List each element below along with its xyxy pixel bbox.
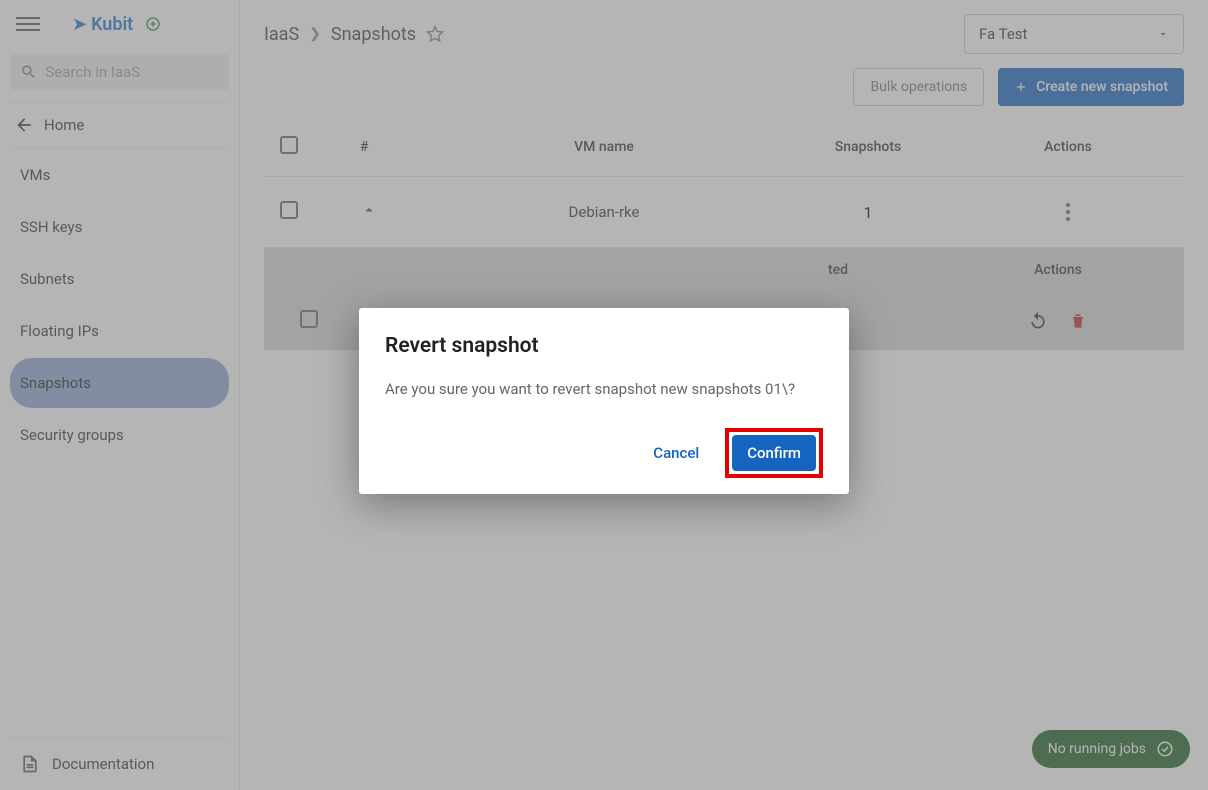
modal-body: Are you sure you want to revert snapshot… [385,380,823,398]
confirm-button[interactable]: Confirm [732,435,816,471]
modal-overlay[interactable]: Revert snapshot Are you sure you want to… [0,0,1208,790]
modal-title: Revert snapshot [385,334,823,358]
revert-snapshot-modal: Revert snapshot Are you sure you want to… [359,308,849,494]
cancel-button[interactable]: Cancel [641,436,711,470]
confirm-highlight: Confirm [725,428,823,478]
